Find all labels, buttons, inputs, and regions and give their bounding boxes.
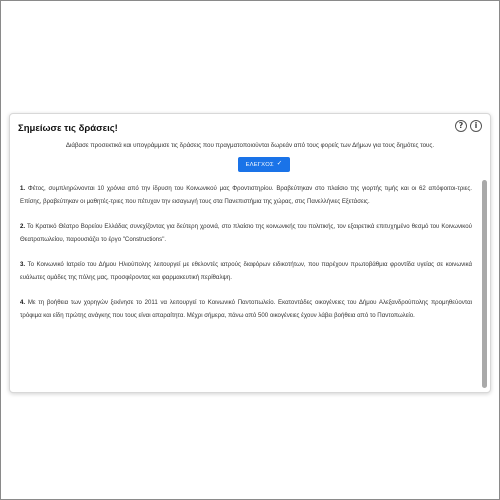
info-icon[interactable]: i [470, 120, 482, 132]
header-icons: ? i [455, 120, 482, 132]
list-item[interactable]: 2. Το Κρατικό Θέατρο Βορείου Ελλάδας συν… [18, 220, 474, 246]
item-text[interactable]: Με τη βοήθεια των χορηγών ξεκίνησε το 20… [20, 299, 472, 319]
item-text[interactable]: Φέτος, συμπληρώνονται 10 χρόνια από την … [20, 185, 472, 205]
item-number: 1. [20, 185, 26, 192]
item-text[interactable]: Το Κοινωνικό Ιατρείο του Δήμου Ηλιούπολη… [20, 261, 472, 281]
dialog-title: Σημείωσε τις δράσεις! [18, 123, 118, 134]
list-item[interactable]: 4. Με τη βοήθεια των χορηγών ξεκίνησε το… [18, 296, 474, 322]
check-icon: ✓ [276, 160, 283, 168]
actions-list: 1. Φέτος, συμπληρώνονται 10 χρόνια από τ… [18, 182, 474, 388]
check-button-label: ΕΛΕΓΧΟΣ [245, 161, 274, 168]
question-icon[interactable]: ? [455, 120, 467, 132]
item-text[interactable]: Το Κρατικό Θέατρο Βορείου Ελλάδας συνεχί… [20, 223, 472, 243]
actions-dialog: Σημείωσε τις δράσεις! ? i Διάβασε προσεκ… [9, 113, 491, 393]
scrollbar-track[interactable] [482, 180, 487, 388]
page-frame: Σημείωσε τις δράσεις! ? i Διάβασε προσεκ… [0, 0, 500, 500]
check-button[interactable]: ΕΛΕΓΧΟΣ ✓ [238, 157, 290, 172]
item-number: 3. [20, 261, 26, 268]
list-item[interactable]: 3. Το Κοινωνικό Ιατρείο του Δήμου Ηλιούπ… [18, 258, 474, 284]
dialog-instructions: Διάβασε προσεκτικά και υπογράμμισε τις δ… [65, 142, 435, 149]
item-number: 4. [20, 299, 26, 306]
list-item[interactable]: 1. Φέτος, συμπληρώνονται 10 χρόνια από τ… [18, 182, 474, 208]
item-number: 2. [20, 223, 26, 230]
scrollbar-thumb[interactable] [482, 180, 487, 388]
